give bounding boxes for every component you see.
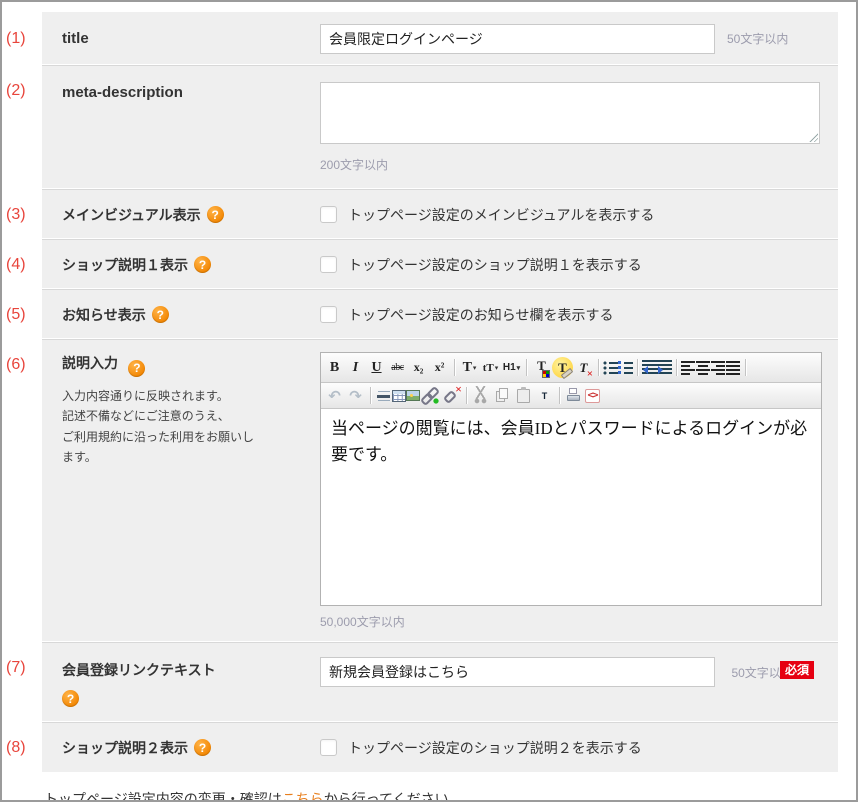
- toolbar-separator: [526, 359, 527, 376]
- description-note: 入力内容通りに反映されます。 記述不備などにご注意のうえ、 ご利用規約に沿った利…: [62, 386, 320, 469]
- font-family-icon[interactable]: T: [459, 357, 480, 378]
- shop-description-2-checkbox-label: トップページ設定のショップ説明２を表示する: [348, 738, 642, 758]
- register-link-text-input[interactable]: [320, 657, 715, 687]
- row-number: (7): [6, 659, 26, 677]
- row-number: (4): [6, 256, 26, 274]
- help-icon[interactable]: ?: [194, 739, 211, 756]
- clear-format-icon[interactable]: T: [573, 357, 594, 378]
- heading-icon[interactable]: H1: [501, 357, 522, 378]
- toolbar-separator: [559, 387, 560, 404]
- editor-content[interactable]: 当ページの閲覧には、会員IDとパスワードによるログインが必要です。: [321, 409, 821, 605]
- row-title: (1) title 50文字以内: [42, 12, 838, 65]
- font-color-icon[interactable]: T: [531, 355, 552, 380]
- align-justify-icon[interactable]: [726, 360, 741, 376]
- help-icon[interactable]: ?: [207, 206, 224, 223]
- align-right-icon[interactable]: [711, 360, 726, 376]
- title-label: title: [62, 30, 89, 47]
- undo-icon[interactable]: ↶: [324, 385, 345, 406]
- highlight-color-icon[interactable]: T: [552, 357, 573, 378]
- rich-text-editor: BIUabcx₂x²TtTH1TTT ↶↷T<> 当ページの閲覧には、会員IDと…: [320, 352, 822, 606]
- news-display-checkbox-label: トップページ設定のお知らせ欄を表示する: [348, 305, 613, 325]
- print-icon[interactable]: [564, 385, 585, 406]
- underline-icon[interactable]: U: [366, 357, 387, 378]
- description-hint: 50,000文字以内: [320, 613, 820, 630]
- help-icon[interactable]: ?: [194, 256, 211, 273]
- row-main-visual: (3) メインビジュアル表示 ? トップページ設定のメインビジュアルを表示する: [42, 189, 838, 239]
- toolbar-separator: [598, 359, 599, 376]
- outdent-icon[interactable]: [642, 360, 657, 375]
- cut-icon[interactable]: [471, 385, 492, 406]
- insert-table-icon[interactable]: [392, 390, 406, 402]
- insert-link-icon[interactable]: [420, 385, 441, 406]
- editor-toolbar-row-1: BIUabcx₂x²TtTH1TTT: [321, 353, 821, 383]
- row-register-link-text: (7) 会員登録リンクテキスト 必須 ? 50文字以内: [42, 642, 838, 722]
- meta-description-label: meta-description: [62, 84, 183, 101]
- bullet-list-icon[interactable]: [603, 361, 618, 375]
- meta-description-textarea[interactable]: [320, 82, 820, 144]
- paste-icon[interactable]: [513, 385, 534, 406]
- shop-description-2-label: ショップ説明２表示: [62, 738, 188, 758]
- shop-description-2-checkbox[interactable]: [320, 739, 337, 756]
- page-frame: (1) title 50文字以内 (2) meta-description 20…: [0, 0, 858, 802]
- row-meta-description: (2) meta-description 200文字以内: [42, 65, 838, 189]
- toolbar-separator: [454, 359, 455, 376]
- align-left-icon[interactable]: [681, 360, 696, 376]
- redo-icon[interactable]: ↷: [345, 385, 366, 406]
- footer-text-before: トップページ設定内容の変更・確認は: [44, 791, 282, 802]
- unlink-icon[interactable]: [441, 385, 462, 406]
- shop-description-1-checkbox-label: トップページ設定のショップ説明１を表示する: [348, 255, 642, 275]
- editor-toolbar-row-2: ↶↷ T <>: [321, 383, 821, 409]
- main-visual-checkbox[interactable]: [320, 206, 337, 223]
- help-icon[interactable]: ?: [152, 306, 169, 323]
- description-input-label: 説明入力: [62, 355, 118, 371]
- row-number: (1): [6, 30, 26, 48]
- toolbar-separator: [637, 359, 638, 376]
- bold-icon[interactable]: B: [324, 357, 345, 378]
- row-number: (6): [6, 356, 26, 374]
- toolbar-separator: [466, 387, 467, 404]
- insert-image-icon[interactable]: [406, 390, 420, 401]
- source-code-icon[interactable]: <>: [585, 389, 600, 403]
- horizontal-rule-icon[interactable]: [375, 387, 392, 404]
- indent-icon[interactable]: [657, 360, 672, 375]
- row-description-input: (6) 説明入力 ? 入力内容通りに反映されます。 記述不備などにご注意のうえ、…: [42, 339, 838, 642]
- row-number: (5): [6, 306, 26, 324]
- meta-description-hint: 200文字以内: [320, 156, 820, 173]
- register-link-text-label: 会員登録リンクテキスト: [62, 662, 216, 678]
- row-number: (8): [6, 739, 26, 757]
- superscript-icon[interactable]: x²: [429, 357, 450, 378]
- numbered-list-icon[interactable]: [618, 361, 633, 375]
- italic-icon[interactable]: I: [345, 357, 366, 378]
- news-display-label: お知らせ表示: [62, 305, 146, 325]
- settings-form: (1) title 50文字以内 (2) meta-description 20…: [42, 12, 838, 772]
- toolbar-separator: [745, 359, 746, 376]
- main-visual-checkbox-label: トップページ設定のメインビジュアルを表示する: [348, 205, 654, 225]
- footer-note: トップページ設定内容の変更・確認はこちらから行ってください。: [44, 789, 856, 802]
- main-visual-label: メインビジュアル表示: [62, 205, 201, 225]
- row-shop-description-2: (8) ショップ説明２表示 ? トップページ設定のショップ説明２を表示する: [42, 722, 838, 772]
- help-icon[interactable]: ?: [128, 360, 145, 377]
- row-number: (2): [6, 82, 26, 100]
- news-display-checkbox[interactable]: [320, 306, 337, 323]
- row-number: (3): [6, 206, 26, 224]
- copy-icon[interactable]: [492, 385, 513, 406]
- row-news-display: (5) お知らせ表示 ? トップページ設定のお知らせ欄を表示する: [42, 289, 838, 339]
- align-center-icon[interactable]: [696, 360, 711, 376]
- required-badge: 必須: [780, 661, 814, 679]
- footer-text-after: から行ってください。: [324, 791, 463, 802]
- row-shop-description-1: (4) ショップ説明１表示 ? トップページ設定のショップ説明１を表示する: [42, 239, 838, 289]
- top-page-settings-link[interactable]: こちら: [282, 791, 324, 802]
- toolbar-separator: [370, 387, 371, 404]
- toolbar-separator: [676, 359, 677, 376]
- title-input[interactable]: [320, 24, 715, 54]
- paste-as-text-icon[interactable]: T: [534, 385, 555, 406]
- help-icon[interactable]: ?: [62, 690, 79, 707]
- shop-description-1-label: ショップ説明１表示: [62, 255, 188, 275]
- strikethrough-icon[interactable]: abc: [387, 357, 408, 378]
- font-size-icon[interactable]: tT: [480, 357, 501, 378]
- subscript-icon[interactable]: x₂: [408, 357, 429, 378]
- title-hint: 50文字以内: [727, 30, 788, 47]
- shop-description-1-checkbox[interactable]: [320, 256, 337, 273]
